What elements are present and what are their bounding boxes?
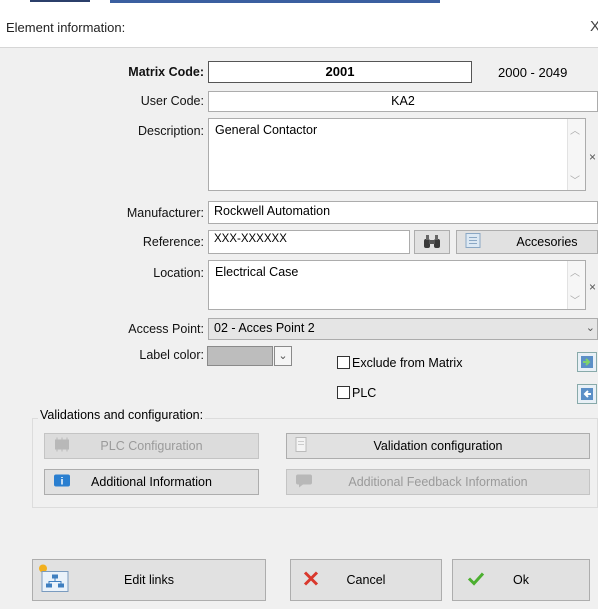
cancel-button[interactable]: Cancel [290,559,442,601]
scroll-down-icon[interactable]: ﹀ [570,292,580,307]
description-label: Description: [138,124,204,138]
additional-feedback-label: Additional Feedback Information [348,475,528,489]
plc-configuration-label: PLC Configuration [100,439,203,453]
svg-text:i: i [61,477,64,488]
cancel-icon [303,571,319,590]
location-clear-icon[interactable]: × [589,280,596,294]
reference-label: Reference: [142,235,204,249]
location-scrollbar[interactable]: ︿ ﹀ [567,261,585,309]
accessories-icon [465,233,481,252]
validations-title: Validations and configuration: [38,408,206,422]
access-point-dropdown[interactable]: 02 - Acces Point 2 ⌄ [208,318,598,340]
info-icon: i [53,474,71,491]
plc-checkbox[interactable] [337,386,350,399]
ok-button[interactable]: Ok [452,559,590,601]
scroll-up-icon[interactable]: ︿ [570,264,580,279]
plc-checkbox-label: PLC [352,386,377,400]
exclude-from-matrix-label: Exclude from Matrix [352,356,463,370]
user-code-label: User Code: [140,94,204,108]
user-code-field[interactable]: KA2 [208,91,598,112]
manufacturer-field[interactable]: Rockwell Automation [208,201,598,224]
label-color-label: Label color: [139,348,204,362]
location-text: Electrical Case [215,265,299,279]
exclude-from-matrix-checkbox[interactable] [337,356,350,369]
checkmark-icon [467,571,485,590]
description-scrollbar[interactable]: ︿ ﹀ [567,119,585,190]
matrix-code-label: Matrix Code: [128,65,204,79]
description-textarea[interactable]: General Contactor ︿ ﹀ [208,118,586,191]
access-point-label: Access Point: [128,322,204,336]
window-title: Element information: [6,20,126,35]
plc-configuration-button[interactable]: PLC Configuration [44,433,259,459]
location-textarea[interactable]: Electrical Case ︿ ﹀ [208,260,586,310]
location-label: Location: [153,266,204,280]
edit-links-label: Edit links [123,573,175,587]
validation-configuration-label: Validation configuration [373,439,503,453]
accessories-button[interactable]: Accesories [456,230,598,254]
accessories-label: Accesories [516,235,578,249]
links-icon [37,564,71,597]
scroll-down-icon[interactable]: ﹀ [570,172,580,187]
document-icon [295,437,307,456]
window-top-edge [0,0,598,8]
color-dropdown-chevron-icon[interactable]: ⌄ [274,346,292,366]
description-text: General Contactor [215,123,318,137]
edit-links-button[interactable]: Edit links [32,559,266,601]
matrix-code-range: 2000 - 2049 [498,65,568,80]
chevron-down-icon[interactable]: ⌄ [586,321,595,334]
search-reference-button[interactable] [414,230,450,254]
access-point-value: 02 - Acces Point 2 [214,321,315,335]
plc-icon [53,437,71,455]
description-clear-icon[interactable]: × [589,150,596,164]
import-icon[interactable] [577,352,597,372]
manufacturer-label: Manufacturer: [126,206,204,220]
scroll-up-icon[interactable]: ︿ [570,122,580,137]
binoculars-icon [424,235,440,248]
additional-feedback-button[interactable]: Additional Feedback Information [286,469,590,495]
feedback-icon [295,474,313,491]
additional-information-button[interactable]: i Additional Information [44,469,259,495]
export-icon[interactable] [577,384,597,404]
matrix-code-field[interactable]: 2001 [208,61,472,83]
cancel-label: Cancel [346,573,386,587]
close-icon[interactable]: X [590,18,598,35]
title-bar: Element information: X [0,8,598,48]
label-color-swatch[interactable] [207,346,273,366]
ok-label: Ok [513,573,529,587]
validation-configuration-button[interactable]: Validation configuration [286,433,590,459]
reference-field[interactable]: XXX-XXXXXX [208,230,410,254]
additional-information-label: Additional Information [91,475,212,489]
